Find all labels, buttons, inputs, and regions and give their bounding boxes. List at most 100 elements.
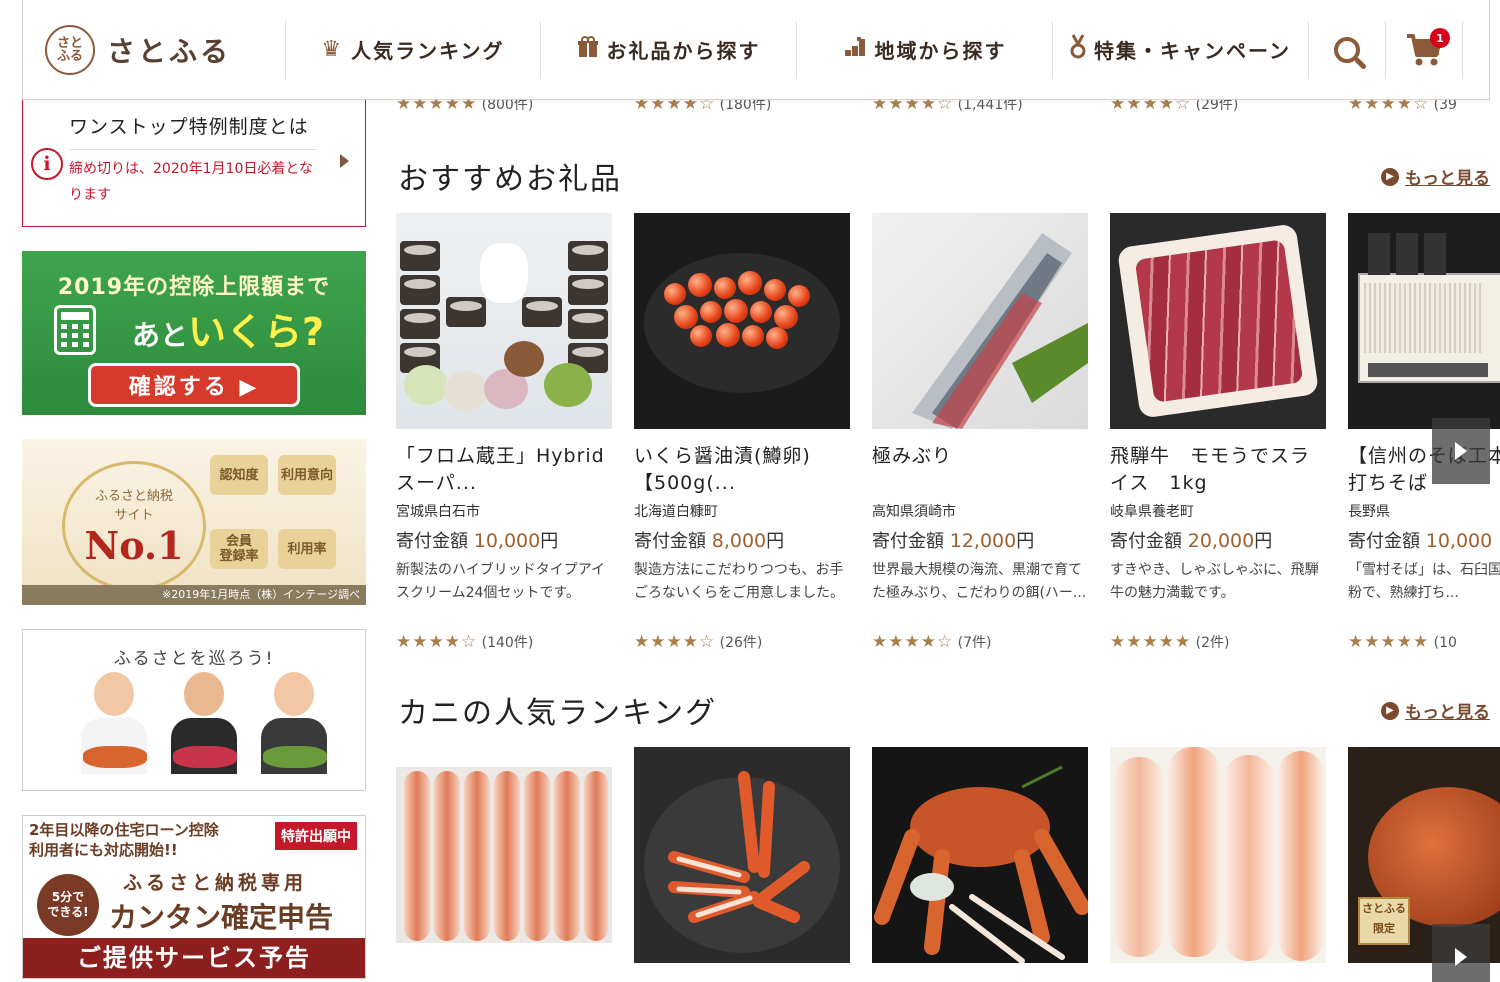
product-region: 長野県 — [1348, 504, 1390, 520]
king-crab-product-image — [872, 747, 1088, 963]
search-icon — [1334, 36, 1360, 63]
star-rating-icon: ★★★★☆ — [872, 100, 954, 114]
product-card[interactable]: 飛騨牛 モモうでスライス 1kg 岐阜県養老町 寄付金額 20,000円 すきや… — [1110, 213, 1326, 652]
notice-title: ワンストップ特例制度とは — [69, 116, 309, 138]
tax-banner-footer: ご提供サービス予告 — [23, 938, 365, 978]
product-card[interactable]: 極みぶり 高知県須崎市 寄付金額 12,000円 世界最大規模の海流、黒潮で育て… — [872, 213, 1088, 652]
prev-rating: ★★★★★ (800件) — [396, 100, 533, 114]
product-title: 「フロム蔵王」Hybrid スーパ... — [396, 445, 612, 494]
ikura-product-image — [634, 213, 850, 429]
icecream-product-image — [396, 213, 612, 429]
product-rating: ★★★★★ (2件) — [1110, 632, 1326, 652]
notice-body: 締め切りは、2020年1月10日必着となります — [69, 161, 313, 203]
nav-gifts[interactable]: お礼品から探す — [541, 0, 796, 99]
star-rating-icon: ★★★★☆ — [1348, 100, 1430, 114]
star-rating-icon: ★★★★★ — [1110, 632, 1192, 652]
price-label: 寄付金額 — [634, 531, 712, 552]
patent-pending-badge: 特許出願中 — [275, 822, 357, 850]
price-amount: 10,000 — [473, 530, 541, 552]
medal-usage: 利用率 — [278, 529, 336, 569]
star-rating-icon: ★★★★☆ — [872, 632, 954, 652]
recommended-more-link[interactable]: ▶ もっと見る — [1381, 164, 1490, 189]
product-region: 宮城県白石市 — [396, 504, 480, 520]
star-rating-icon: ★★★★☆ — [634, 100, 716, 114]
rating-count: (2件) — [1195, 635, 1230, 651]
buri-product-image — [872, 213, 1088, 429]
soba-product-image — [1348, 213, 1500, 429]
crab-more-link[interactable]: ▶ もっと見る — [1381, 698, 1490, 723]
map-icon — [843, 36, 867, 64]
medal-registration: 会員 登録率 — [210, 529, 268, 569]
rating-count: (1,441件) — [957, 100, 1023, 113]
crab-card[interactable] — [872, 747, 1088, 963]
product-price: 寄付金額 10,000 — [1348, 527, 1500, 553]
rating-count: (140件) — [481, 635, 534, 651]
star-rating-icon: ★★★★★ — [396, 100, 478, 114]
carousel-next-button[interactable] — [1432, 418, 1490, 484]
calc-confirm-button[interactable]: 確認する ▶ — [88, 363, 300, 407]
gift-icon — [577, 35, 599, 64]
cart-button[interactable]: 1 — [1386, 0, 1462, 99]
price-unit: 円 — [766, 531, 785, 552]
tour-banner-title: ふるさとを巡ろう! — [113, 649, 275, 669]
logo-mark-icon: さと ふる — [45, 24, 95, 75]
no1-rank: No.1 — [84, 522, 184, 568]
deduction-calc-banner[interactable]: 2019年の控除上限額まで あといくら? 確認する ▶ — [22, 251, 366, 415]
product-title: 極みぶり — [872, 445, 953, 467]
more-link-label: もっと見る — [1405, 703, 1490, 723]
site-logo[interactable]: さと ふる さとふる — [23, 0, 285, 99]
medal-intent: 利用意向 — [278, 455, 336, 495]
product-description: 製造方法にこだわりつつも、お手ごろないくらをご用意しました。 — [634, 562, 844, 601]
nav-divider — [1462, 20, 1463, 79]
crab-plate-image — [83, 746, 147, 768]
product-price: 寄付金額 20,000円 — [1110, 527, 1326, 553]
tax-return-banner[interactable]: 2年目以降の住宅ローン控除 利用者にも対応開始!! 特許出願中 5分で できる!… — [22, 815, 366, 979]
carousel-next-button[interactable] — [1432, 924, 1490, 982]
no1-site-banner[interactable]: ふるさと納税 サイト No.1 認知度 利用意向 会員 登録率 利用率 ※201… — [22, 439, 366, 605]
laurel-wreath-icon: ふるさと納税 サイト No.1 — [62, 461, 206, 591]
product-title: いくら醤油漬(鱒卵) 【500g(... — [634, 445, 831, 494]
onestop-notice[interactable]: ワンストップ特例制度とは 締め切りは、2020年1月10日必着となります i — [22, 100, 366, 227]
furusato-tour-banner[interactable]: ふるさとを巡ろう! — [22, 629, 366, 791]
sidebar: ワンストップ特例制度とは 締め切りは、2020年1月10日必着となります i 2… — [22, 100, 366, 979]
star-rating-icon: ★★★★☆ — [634, 632, 716, 652]
crown-icon: ♛ — [321, 37, 344, 62]
nav-gifts-label: お礼品から探す — [606, 39, 761, 63]
calculator-icon — [54, 305, 96, 355]
rating-count: (7件) — [957, 635, 992, 651]
arrow-right-icon — [340, 154, 349, 168]
product-rating: ★★★★★ (10 — [1348, 632, 1500, 652]
product-price: 寄付金額 10,000円 — [396, 527, 612, 553]
tax-banner-line1: 2年目以降の住宅ローン控除 利用者にも対応開始!! — [29, 820, 219, 860]
rating-count: (29件) — [1195, 100, 1239, 113]
nav-ranking[interactable]: ♛ 人気ランキング — [286, 0, 540, 99]
more-link-label: もっと見る — [1405, 169, 1490, 189]
limited-badge: さとふる 限定 — [1358, 897, 1410, 945]
product-card[interactable]: いくら醤油漬(鱒卵) 【500g(... 北海道白糠町 寄付金額 8,000円 … — [634, 213, 850, 652]
crab-card[interactable] — [634, 747, 850, 963]
crab-ranking-heading: カニの人気ランキング — [398, 696, 718, 731]
price-amount: 8,000 — [711, 530, 767, 552]
main-content: ★★★★★ (800件) ★★★★☆ (180件) ★★★★☆ (1,441件)… — [396, 100, 1500, 982]
rating-count: (800件) — [481, 100, 534, 113]
product-region: 高知県須崎市 — [872, 504, 956, 520]
prev-rating: ★★★★☆ (180件) — [634, 100, 771, 114]
product-title: 飛騨牛 モモうでスライス 1kg — [1110, 445, 1311, 494]
product-card[interactable]: 「フロム蔵王」Hybrid スーパ... 宮城県白石市 寄付金額 10,000円… — [396, 213, 612, 652]
search-button[interactable] — [1309, 0, 1385, 99]
nav-region[interactable]: 地域から探す — [797, 0, 1052, 99]
crab-card[interactable] — [1110, 747, 1326, 963]
site-header: さと ふる さとふる ♛ 人気ランキング お礼品から探す 地域から探す 特集・キ… — [22, 0, 1490, 100]
crab-card[interactable] — [396, 747, 612, 963]
recommended-heading: おすすめお礼品 — [398, 162, 622, 197]
nav-campaign[interactable]: 特集・キャンペーン — [1053, 0, 1308, 99]
calc-banner-question: あといくら? — [132, 301, 324, 356]
calc-banner-headline: 2019年の控除上限額まで — [57, 275, 331, 300]
crab-plate-product-image — [634, 747, 850, 963]
star-rating-icon: ★★★★★ — [1348, 632, 1430, 652]
info-icon: i — [31, 148, 63, 180]
tax-banner-line1b: 利用者にも対応開始!! — [29, 841, 178, 859]
price-label: 寄付金額 — [872, 531, 950, 552]
medal-icon — [1070, 33, 1086, 66]
hidagyu-product-image — [1110, 213, 1326, 429]
